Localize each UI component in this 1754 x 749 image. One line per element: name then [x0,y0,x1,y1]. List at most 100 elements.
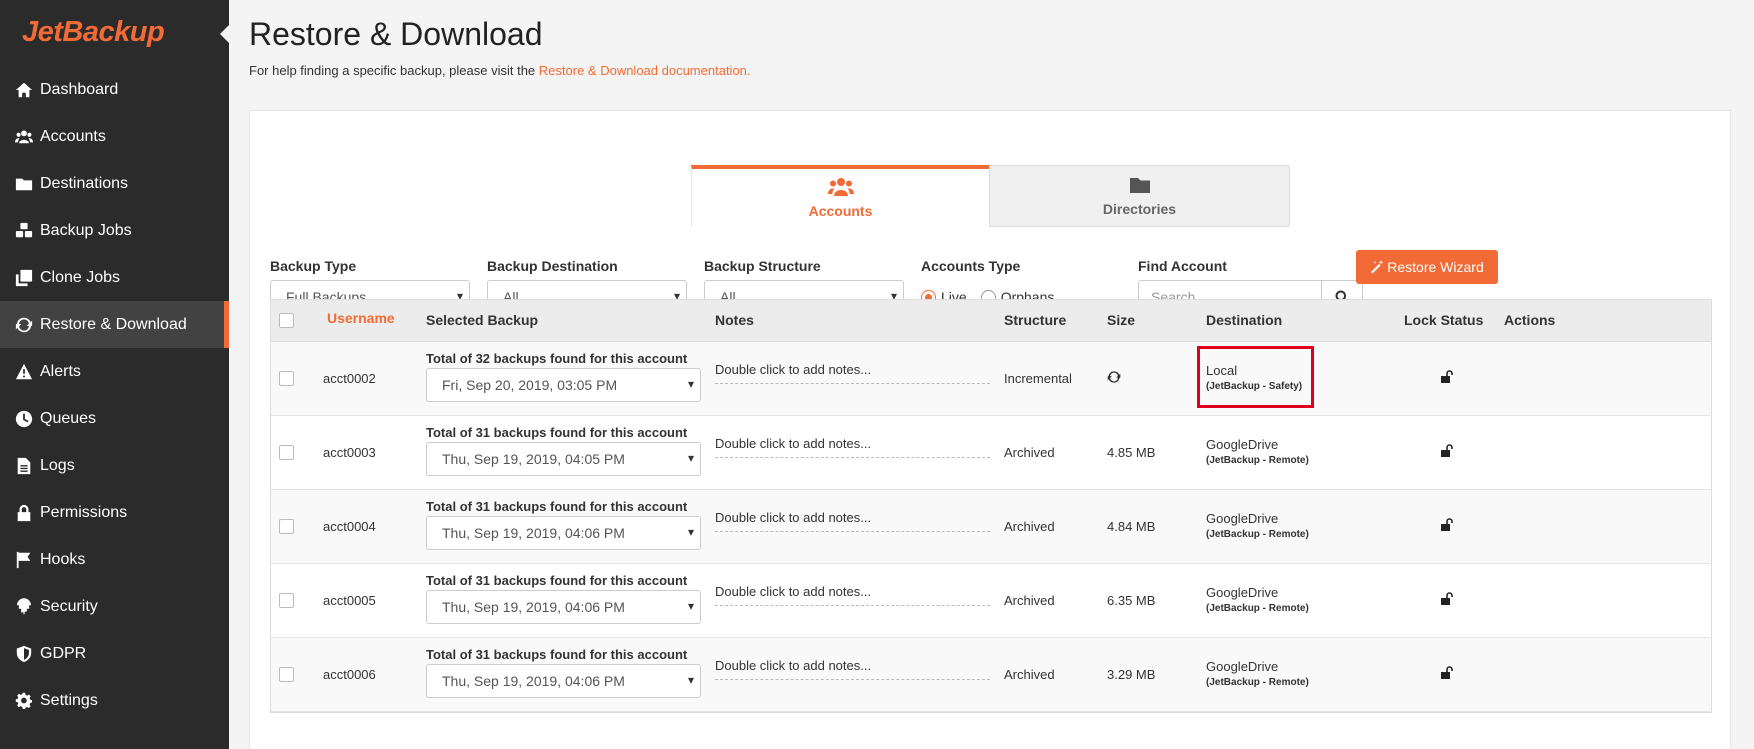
lock-status-header: Lock Status [1404,312,1484,328]
select-value: Thu, Sep 19, 2019, 04:05 PM [442,451,625,467]
backup-date-select[interactable]: Fri, Sep 20, 2019, 03:05 PM [426,368,701,402]
sidebar-item-label: Destinations [40,174,129,192]
selected-backup-cell: Total of 32 backups found for this accou… [426,351,701,402]
select-value: Thu, Sep 19, 2019, 04:06 PM [442,599,625,615]
folder-icon [1129,178,1150,193]
users-icon [827,178,854,196]
shield-icon [14,644,34,664]
clone-icon [14,268,34,288]
structure-header: Structure [1004,312,1067,328]
destination-cell: GoogleDrive (JetBackup - Remote) [1206,437,1309,466]
sidebar-item-accounts[interactable]: Accounts [0,113,229,160]
selected-backup-cell: Total of 31 backups found for this accou… [426,425,701,476]
home-icon [14,80,34,100]
sidebar-item-queues[interactable]: Queues [0,395,229,442]
select-value: Fri, Sep 20, 2019, 03:05 PM [442,377,618,393]
sidebar-item-destinations[interactable]: Destinations [0,160,229,207]
unlock-icon[interactable] [1440,666,1454,683]
backups-table: Username Selected Backup Notes Structure… [270,299,1712,713]
tab-directories[interactable]: Directories [989,165,1290,227]
unlock-icon[interactable] [1440,444,1454,461]
sidebar-item-dashboard[interactable]: Dashboard [0,66,229,113]
table-row[interactable]: acct0002 Total of 32 backups found for t… [271,342,1711,416]
sidebar-item-restore-download[interactable]: Restore & Download [0,301,229,348]
destination-name: GoogleDrive [1206,437,1279,452]
filter-label: Backup Structure [704,258,821,274]
sidebar-notch [220,25,229,43]
sidebar-item-clone-jobs[interactable]: Clone Jobs [0,254,229,301]
table-row[interactable]: acct0005 Total of 31 backups found for t… [271,564,1711,638]
table-header: Username Selected Backup Notes Structure… [271,300,1711,342]
structure-cell: Archived [1004,445,1055,460]
view-tabs: Accounts Directories [691,165,1291,227]
size-cell: 4.84 MB [1107,519,1156,534]
unlock-icon[interactable] [1440,370,1454,387]
filter-label: Accounts Type [921,258,1021,274]
selected-backup-header: Selected Backup [426,312,539,328]
unlock-icon[interactable] [1440,592,1454,609]
notes-field[interactable]: Double click to add notes... [715,584,990,606]
selected-backup-cell: Total of 31 backups found for this accou… [426,573,701,624]
sidebar-item-backup-jobs[interactable]: Backup Jobs [0,207,229,254]
sidebar: JetBackup Dashboard Accounts Destination… [0,0,229,749]
backup-date-select[interactable]: Thu, Sep 19, 2019, 04:06 PM [426,664,701,698]
folder-icon [14,174,34,194]
button-label: Restore Wizard [1387,259,1484,275]
backup-date-select[interactable]: Thu, Sep 19, 2019, 04:06 PM [426,516,701,550]
username-cell: acct0006 [323,667,376,682]
username-cell: acct0003 [323,445,376,460]
tab-label: Directories [1102,201,1177,217]
select-all-checkbox[interactable] [279,313,294,328]
sidebar-item-security[interactable]: Security [0,583,229,630]
refresh-icon [14,315,34,335]
jetbackup-logo[interactable]: JetBackup [22,14,204,50]
row-checkbox[interactable] [279,519,294,534]
row-checkbox[interactable] [279,667,294,682]
sidebar-item-alerts[interactable]: Alerts [0,348,229,395]
filter-label: Backup Type [270,258,357,274]
page-title: Restore & Download [249,16,543,52]
help-text: For help finding a specific backup, plea… [249,63,751,78]
restore-wizard-button[interactable]: Restore Wizard [1356,250,1498,284]
select-value: Thu, Sep 19, 2019, 04:06 PM [442,525,625,541]
documentation-link[interactable]: Restore & Download documentation. [539,63,751,78]
unlock-icon[interactable] [1440,518,1454,535]
sidebar-item-settings[interactable]: Settings [0,677,229,724]
sidebar-item-gdpr[interactable]: GDPR [0,630,229,677]
tab-accounts[interactable]: Accounts [691,165,989,227]
backup-date-select[interactable]: Thu, Sep 19, 2019, 04:05 PM [426,442,701,476]
size-refresh-icon[interactable] [1107,370,1121,387]
backup-count: Total of 31 backups found for this accou… [426,499,688,514]
row-checkbox[interactable] [279,593,294,608]
sidebar-item-label: Restore & Download [40,315,187,333]
notes-field[interactable]: Double click to add notes... [715,510,990,532]
sidebar-item-permissions[interactable]: Permissions [0,489,229,536]
highlight-box [1197,346,1314,408]
row-checkbox[interactable] [279,445,294,460]
row-checkbox[interactable] [279,371,294,386]
size-cell: 3.29 MB [1107,667,1156,682]
notes-field[interactable]: Double click to add notes... [715,436,990,458]
notes-field[interactable]: Double click to add notes... [715,658,990,680]
destination-name: GoogleDrive [1206,511,1279,526]
sidebar-item-label: Alerts [40,362,81,380]
backup-count: Total of 31 backups found for this accou… [426,573,688,588]
backup-date-select[interactable]: Thu, Sep 19, 2019, 04:06 PM [426,590,701,624]
sidebar-item-logs[interactable]: Logs [0,442,229,489]
table-row[interactable]: acct0006 Total of 31 backups found for t… [271,638,1711,712]
table-row[interactable]: acct0003 Total of 31 backups found for t… [271,416,1711,490]
sidebar-item-hooks[interactable]: Hooks [0,536,229,583]
size-header: Size [1107,312,1136,328]
sidebar-item-label: Accounts [40,127,106,145]
selected-backup-cell: Total of 31 backups found for this accou… [426,647,701,698]
sidebar-item-label: Security [40,597,98,615]
structure-cell: Archived [1004,519,1055,534]
table-row[interactable]: acct0004 Total of 31 backups found for t… [271,490,1711,564]
logo-text: JetBackup [22,16,165,48]
tab-label: Accounts [808,203,873,219]
sidebar-nav: Dashboard Accounts Destinations Backup J… [0,66,229,724]
sidebar-item-label: Logs [40,456,75,474]
sidebar-item-label: Backup Jobs [40,221,132,239]
notes-field[interactable]: Double click to add notes... [715,362,990,384]
username-header[interactable]: Username [327,310,395,326]
